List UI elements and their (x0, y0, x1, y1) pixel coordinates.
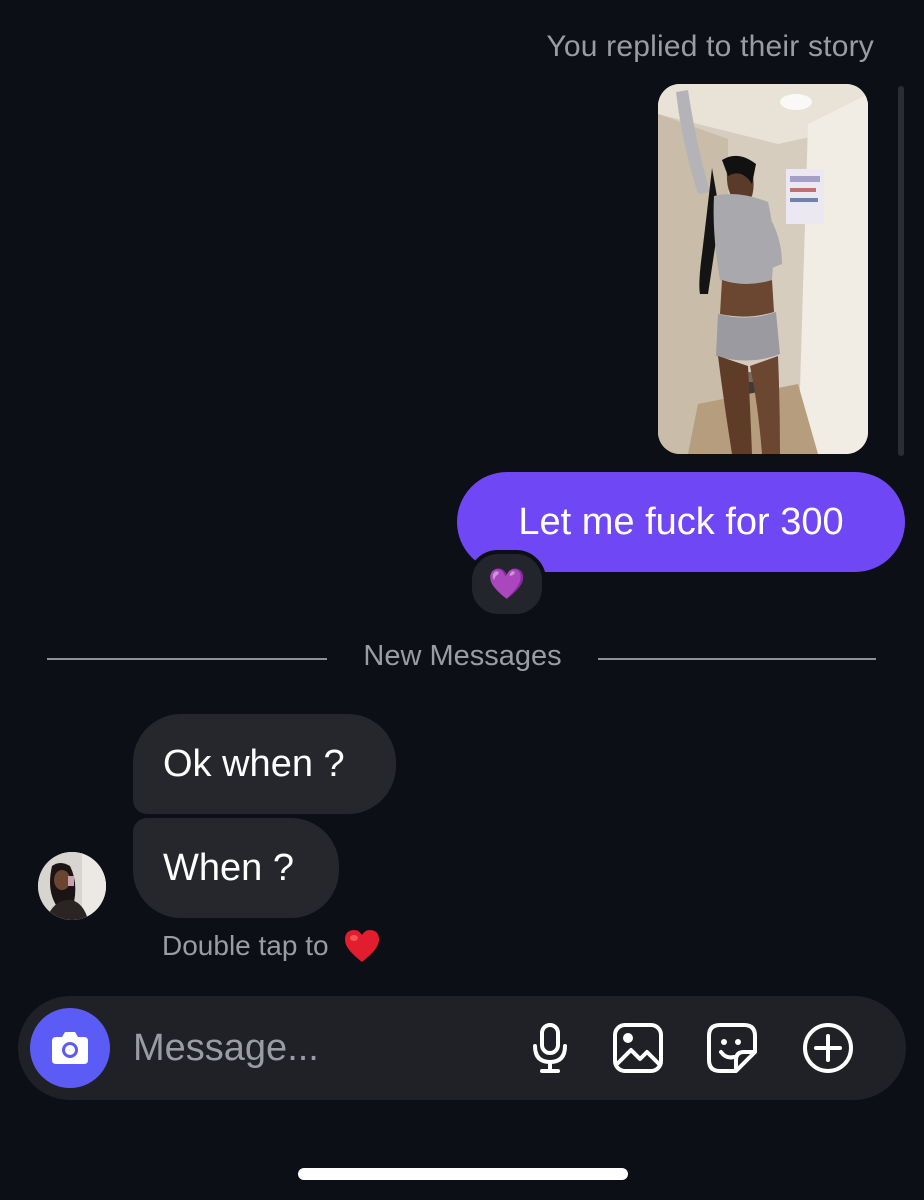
received-message-text: When ? (163, 846, 294, 889)
plus-circle-icon (803, 1023, 853, 1073)
dm-thread-screen: You replied to their story Let me fuck f… (0, 0, 924, 1200)
sticker-icon (707, 1023, 757, 1073)
new-messages-divider: New Messages (363, 640, 562, 672)
gallery-icon (613, 1023, 663, 1073)
received-message-text: Ok when ? (163, 742, 345, 785)
story-photo (658, 84, 868, 454)
microphone-icon (533, 1023, 567, 1073)
double-tap-hint-text: Double tap to (162, 930, 329, 961)
divider-line-right (598, 658, 876, 660)
sender-avatar[interactable] (38, 852, 106, 920)
camera-button[interactable] (30, 1008, 110, 1088)
avatar-photo (38, 852, 106, 920)
sticker-button[interactable] (704, 1020, 760, 1076)
red-heart-icon (343, 928, 381, 964)
divider-line-left (47, 658, 327, 660)
more-options-button[interactable] (800, 1020, 856, 1076)
message-reaction-badge[interactable]: 💜 (468, 550, 546, 618)
received-message-bubble[interactable]: Ok when ? (133, 714, 396, 814)
home-indicator[interactable] (298, 1168, 628, 1180)
scroll-indicator[interactable] (898, 86, 904, 456)
message-composer (18, 996, 906, 1100)
sent-message-text: Let me fuck for 300 (518, 500, 844, 543)
story-reply-caption: You replied to their story (546, 30, 874, 63)
story-thumbnail[interactable] (658, 84, 868, 454)
received-message-bubble[interactable]: When ? (133, 818, 339, 918)
gallery-button[interactable] (610, 1020, 666, 1076)
microphone-button[interactable] (522, 1020, 578, 1076)
purple-heart-reaction-icon: 💜 (488, 567, 526, 601)
camera-icon (52, 1032, 88, 1064)
message-input[interactable] (133, 1018, 513, 1078)
double-tap-hint: Double tap to (162, 928, 381, 964)
